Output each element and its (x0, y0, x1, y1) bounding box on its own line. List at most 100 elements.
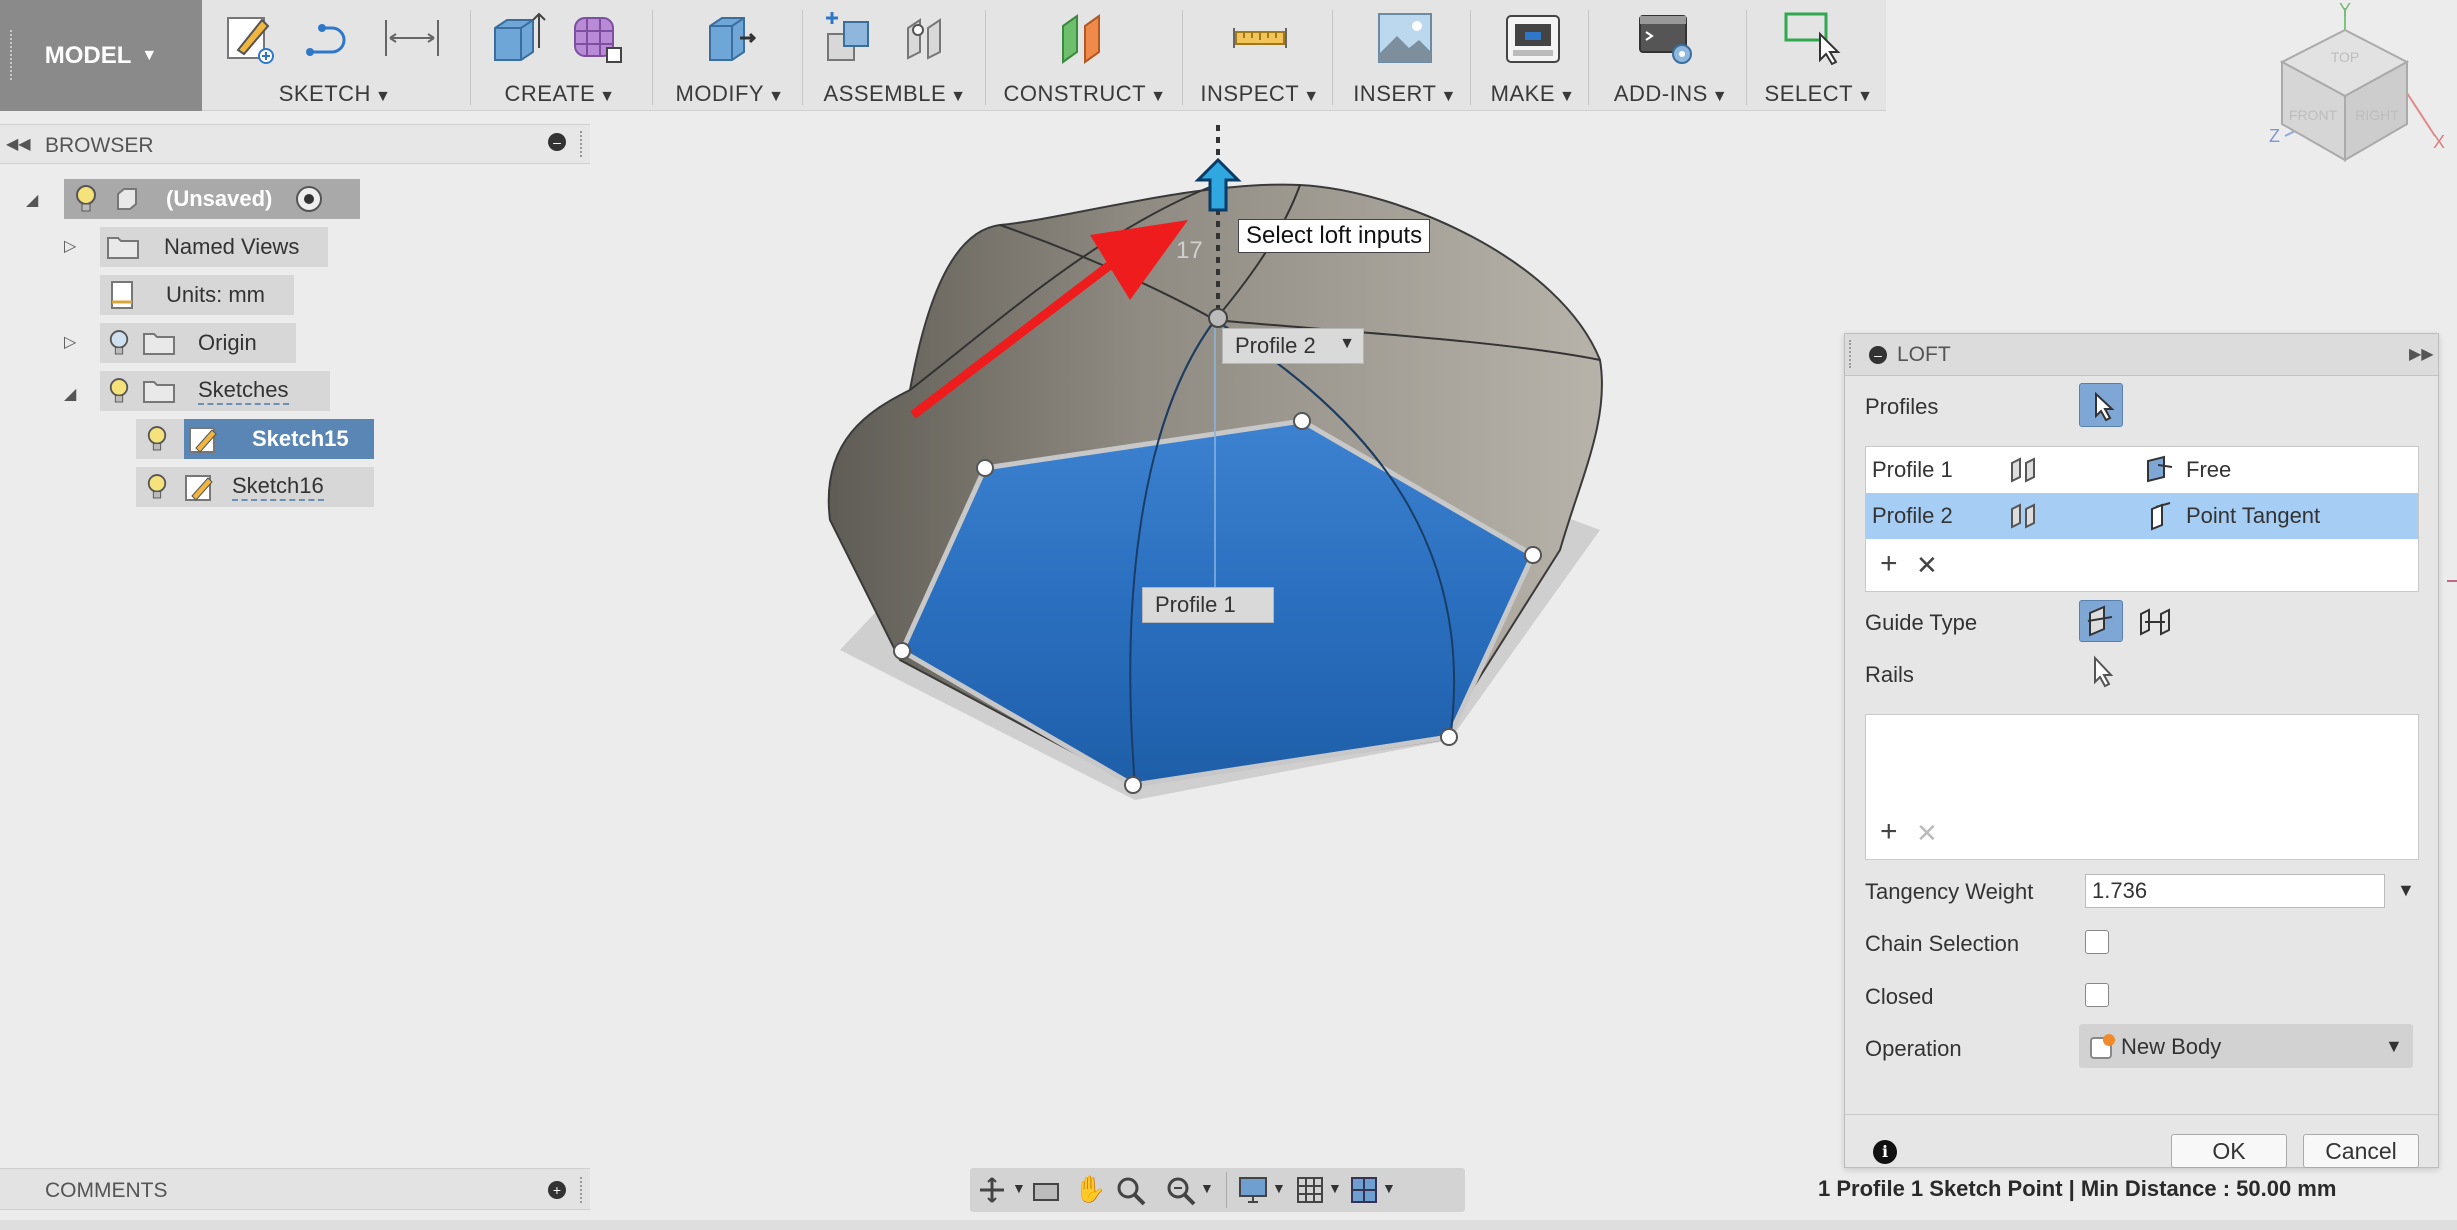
sketch-icon (189, 427, 217, 453)
tangency-weight-input[interactable]: 1.736 (2085, 874, 2385, 908)
loft-3d-model[interactable]: 17 (780, 110, 1680, 830)
3d-print-icon[interactable] (1503, 8, 1563, 68)
toolbar-group-sketch[interactable]: SKETCH ▼ (210, 0, 460, 111)
new-component-icon[interactable] (818, 8, 878, 68)
chevron-down-icon[interactable]: ▼ (2397, 880, 2415, 901)
resize-handle[interactable] (580, 1177, 583, 1203)
chevron-down-icon[interactable]: ▼ (1012, 1180, 1026, 1196)
toolbar-group-construct[interactable]: CONSTRUCT ▼ (995, 0, 1175, 111)
form-create-icon[interactable] (567, 8, 627, 68)
browser-root-node[interactable]: (Unsaved) (64, 179, 360, 219)
info-icon[interactable]: i (1873, 1140, 1897, 1164)
lightbulb-icon[interactable] (108, 376, 130, 406)
chevron-down-icon[interactable]: ▼ (1328, 1180, 1342, 1196)
free-condition-icon[interactable] (2144, 455, 2174, 485)
toolbar-label-construct: CONSTRUCT (1003, 81, 1147, 106)
centerline-guide-icon[interactable] (2135, 602, 2175, 642)
point-tangent-icon[interactable] (2144, 501, 2174, 531)
minimize-icon[interactable]: – (1869, 346, 1887, 364)
cancel-button[interactable]: Cancel (2303, 1134, 2419, 1168)
loft-titlebar[interactable]: – LOFT ▶▶ (1845, 334, 2438, 376)
remove-profile-icon[interactable]: ✕ (1916, 550, 1938, 581)
orbit-icon[interactable] (978, 1176, 1006, 1204)
display-settings-icon[interactable] (1238, 1176, 1268, 1204)
browser-item-origin[interactable]: Origin (100, 323, 296, 363)
comments-panel[interactable]: COMMENTS + (0, 1168, 590, 1210)
axis-y-label: Y (2339, 0, 2351, 20)
collapsed-triangle-icon[interactable]: ▷ (64, 236, 76, 256)
joint-icon[interactable] (898, 8, 958, 68)
toolbar-group-inspect[interactable]: INSPECT ▼ (1190, 0, 1330, 111)
profile1-label-box[interactable]: Profile 1 (1142, 587, 1274, 623)
profile-row-selected[interactable]: Profile 2 Point Tangent (1866, 493, 2418, 539)
toolbar-label-inspect: INSPECT (1200, 81, 1300, 106)
zoom-window-icon[interactable] (1166, 1176, 1196, 1206)
offset-plane-icon[interactable] (1055, 8, 1115, 68)
chevron-down-icon[interactable]: ▼ (1200, 1180, 1214, 1196)
browser-item-sketches[interactable]: Sketches (100, 371, 330, 411)
collapse-left-icon[interactable]: ◀◀ (6, 134, 31, 154)
browser-item-label: Sketch15 (252, 426, 349, 451)
expand-dialog-icon[interactable]: ▶▶ (2409, 344, 2434, 364)
press-pull-icon[interactable] (700, 8, 760, 68)
toolbar-group-modify[interactable]: MODIFY ▼ (660, 0, 800, 111)
guide-type-rails-button[interactable] (2079, 600, 2123, 642)
profile2-condition-dropdown[interactable]: Profile 2 ▼ (1222, 328, 1364, 364)
toolbar-group-create[interactable]: CREATE ▼ (475, 0, 645, 111)
lightbulb-icon[interactable] (146, 424, 168, 454)
rails-list[interactable]: + ✕ (1865, 714, 2419, 860)
drag-handle[interactable] (1849, 340, 1852, 368)
collapsed-triangle-icon[interactable]: ▷ (64, 332, 76, 352)
create-sketch-icon[interactable] (222, 8, 282, 68)
toolbar-group-assemble[interactable]: ASSEMBLE ▼ (810, 0, 980, 111)
browser-item-named-views[interactable]: Named Views (100, 227, 328, 267)
active-radio-icon[interactable] (296, 186, 323, 212)
line-arc-icon[interactable] (302, 8, 362, 68)
browser-item-sketch15[interactable]: Sketch15 (184, 419, 374, 459)
viewcube[interactable]: TOP FRONT RIGHT Z X Y (2255, 0, 2455, 170)
browser-item-units[interactable]: Units: mm (100, 275, 294, 315)
look-at-icon[interactable] (1032, 1178, 1060, 1204)
measure-icon[interactable] (1230, 8, 1290, 68)
expand-plus-icon[interactable]: + (548, 1181, 566, 1199)
expanded-triangle-icon[interactable]: ◢ (26, 190, 38, 210)
edge-marker (2447, 580, 2457, 582)
add-profile-icon[interactable]: + (1880, 547, 1898, 581)
browser-item-label: Units: mm (166, 282, 265, 307)
viewports-icon[interactable] (1350, 1176, 1378, 1204)
scripts-addins-icon[interactable] (1636, 8, 1696, 68)
workspace-model-button[interactable]: MODEL ▼ (0, 0, 202, 111)
browser-item-sketch16[interactable]: Sketch16 (136, 467, 374, 507)
lightbulb-icon[interactable] (74, 184, 98, 214)
chevron-down-icon[interactable]: ▼ (1272, 1180, 1286, 1196)
lightbulb-off-icon[interactable] (108, 328, 130, 358)
profile-row[interactable]: Profile 1 Free (1866, 447, 2418, 493)
ok-button[interactable]: OK (2171, 1134, 2287, 1168)
resize-handle[interactable] (580, 131, 583, 157)
add-rail-icon[interactable]: + (1880, 815, 1898, 849)
chevron-down-icon[interactable]: ▼ (1382, 1180, 1396, 1196)
insert-image-icon[interactable] (1375, 8, 1435, 68)
profiles-table[interactable]: Profile 1 Free Profile 2 Point Tangent +… (1865, 446, 2419, 592)
toolbar-group-make[interactable]: MAKE ▼ (1478, 0, 1588, 111)
zoom-icon[interactable] (1116, 1176, 1146, 1206)
expanded-triangle-icon[interactable]: ◢ (64, 384, 76, 404)
select-window-icon[interactable] (1782, 8, 1842, 68)
toolbar-group-insert[interactable]: INSERT ▼ (1340, 0, 1470, 111)
grid-icon[interactable] (1296, 1176, 1324, 1204)
pan-hand-icon[interactable]: ✋ (1074, 1174, 1106, 1205)
operation-dropdown[interactable]: New Body ▼ (2079, 1024, 2413, 1068)
chain-selection-checkbox[interactable] (2085, 930, 2109, 954)
browser-header[interactable]: ◀◀ BROWSER – (0, 124, 590, 164)
closed-checkbox[interactable] (2085, 983, 2109, 1007)
loft-dialog[interactable]: – LOFT ▶▶ Profiles Profile 1 Free Profil… (1844, 333, 2439, 1168)
extrude-icon[interactable] (487, 8, 547, 68)
dimension-icon[interactable] (382, 8, 442, 68)
toolbar-group-select[interactable]: SELECT ▼ (1752, 0, 1886, 111)
lightbulb-icon[interactable] (146, 472, 168, 502)
rails-label: Rails (1865, 662, 1914, 687)
rails-select-cursor-icon[interactable] (2085, 652, 2119, 692)
toolbar-group-add-ins[interactable]: ADD-INS ▼ (1596, 0, 1746, 111)
profiles-select-button[interactable] (2079, 383, 2123, 427)
minimize-icon[interactable]: – (548, 133, 566, 151)
